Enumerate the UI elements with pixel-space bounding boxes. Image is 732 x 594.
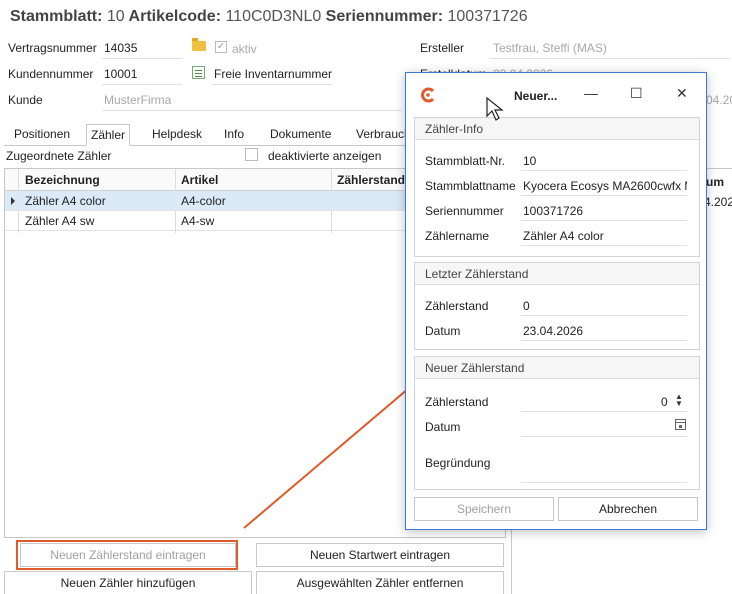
field-underline [521, 411, 687, 412]
spin-stepper-icon[interactable]: ▲ ▼ [675, 393, 683, 408]
stammblatt-nr-label: Stammblatt-Nr. [425, 154, 506, 168]
stammblatt-nr-value: 10 [523, 154, 537, 168]
field-underline [521, 195, 687, 196]
zaehlername-label: Zählername [425, 229, 490, 243]
stammblattname-label: Stammblattname [425, 179, 516, 193]
neuer-zaehlerstand-dialog: Neuer... — ☐ ✕ Zähler-Info Stammblatt-Nr… [405, 72, 707, 530]
speichern-button[interactable]: Speichern [414, 497, 554, 521]
letzter-datum-value: 23.04.2026 [523, 324, 584, 338]
zaehler-info-group: Zähler-Info Stammblatt-Nr. 10 Stammblatt… [414, 117, 700, 257]
calendar-icon[interactable] [675, 419, 686, 430]
field-underline [521, 170, 687, 171]
letzter-zaehlerstand-label: Zählerstand [425, 299, 489, 313]
stammblattname-value: Kyocera Ecosys MA2600cwfx M [523, 179, 687, 193]
minimize-icon[interactable]: — [584, 85, 598, 101]
letzter-zaehlerstand-heading: Letzter Zählerstand [415, 263, 699, 285]
field-underline [521, 315, 687, 316]
neuer-datum-label: Datum [425, 420, 461, 434]
zaehlername-value: Zähler A4 color [523, 229, 604, 243]
seriennummer-value: 100371726 [523, 204, 584, 218]
begruendung-label: Begründung [425, 456, 491, 470]
letzter-zaehlerstand-group: Letzter Zählerstand Zählerstand 0 Datum … [414, 262, 700, 350]
mouse-cursor-icon [486, 97, 504, 121]
neuer-zaehlerstand-input[interactable]: 0 [661, 395, 668, 409]
field-underline [521, 245, 687, 246]
letzter-datum-label: Datum [425, 324, 461, 338]
dialog-titlebar: Neuer... — ☐ ✕ [406, 73, 706, 117]
neuer-zaehlerstand-heading: Neuer Zählerstand [415, 357, 699, 379]
neuer-zaehlerstand-group: Neuer Zählerstand Zählerstand 0 ▲ ▼ Datum… [414, 356, 700, 490]
zaehler-info-heading: Zähler-Info [415, 118, 699, 140]
field-underline [521, 220, 687, 221]
close-icon[interactable]: ✕ [676, 85, 688, 102]
field-underline [521, 482, 687, 483]
app-logo-icon [421, 87, 435, 103]
neuer-zaehlerstand-label: Zählerstand [425, 395, 489, 409]
abbrechen-button[interactable]: Abbrechen [558, 497, 698, 521]
field-underline [521, 436, 687, 437]
seriennummer-label: Seriennummer [425, 204, 504, 218]
dialog-title: Neuer... [514, 89, 558, 103]
field-underline [521, 340, 687, 341]
maximize-icon[interactable]: ☐ [630, 85, 643, 102]
letzter-zaehlerstand-value: 0 [523, 299, 530, 313]
